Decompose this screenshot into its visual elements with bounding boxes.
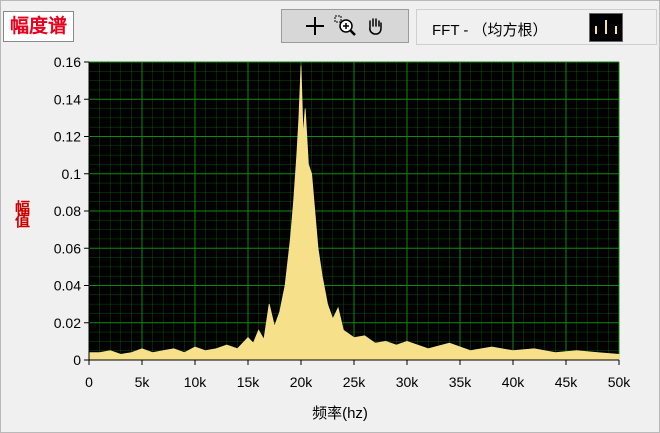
y-tick-label: 0.06 (54, 240, 81, 256)
y-tick-label: 0.12 (54, 129, 81, 145)
x-tick-label: 10k (184, 374, 208, 390)
spectrum-chart: 0 0.02 0.04 0.06 0.08 0.1 0.12 0.14 0.16 0 5k 10k 15… (54, 54, 632, 390)
x-tick-label: 0 (85, 374, 93, 390)
y-tick-label: 0 (73, 352, 81, 368)
y-tick-label: 0.16 (54, 54, 81, 70)
y-tick-label: 0.02 (54, 315, 81, 331)
x-tick-label: 30k (396, 374, 420, 390)
x-tick-label: 15k (237, 374, 261, 390)
y-tick-label: 0.1 (62, 166, 82, 182)
y-tick-label: 0.14 (54, 91, 81, 107)
x-tick-label: 35k (449, 374, 473, 390)
x-tick-label: 20k (290, 374, 314, 390)
x-tick-label: 40k (502, 374, 526, 390)
y-tick-label: 0.04 (54, 278, 81, 294)
y-tick-label: 0.08 (54, 203, 81, 219)
x-tick-label: 5k (135, 374, 151, 390)
x-tick-label: 25k (343, 374, 367, 390)
x-tick-label: 50k (608, 374, 632, 390)
x-tick-label: 45k (555, 374, 579, 390)
